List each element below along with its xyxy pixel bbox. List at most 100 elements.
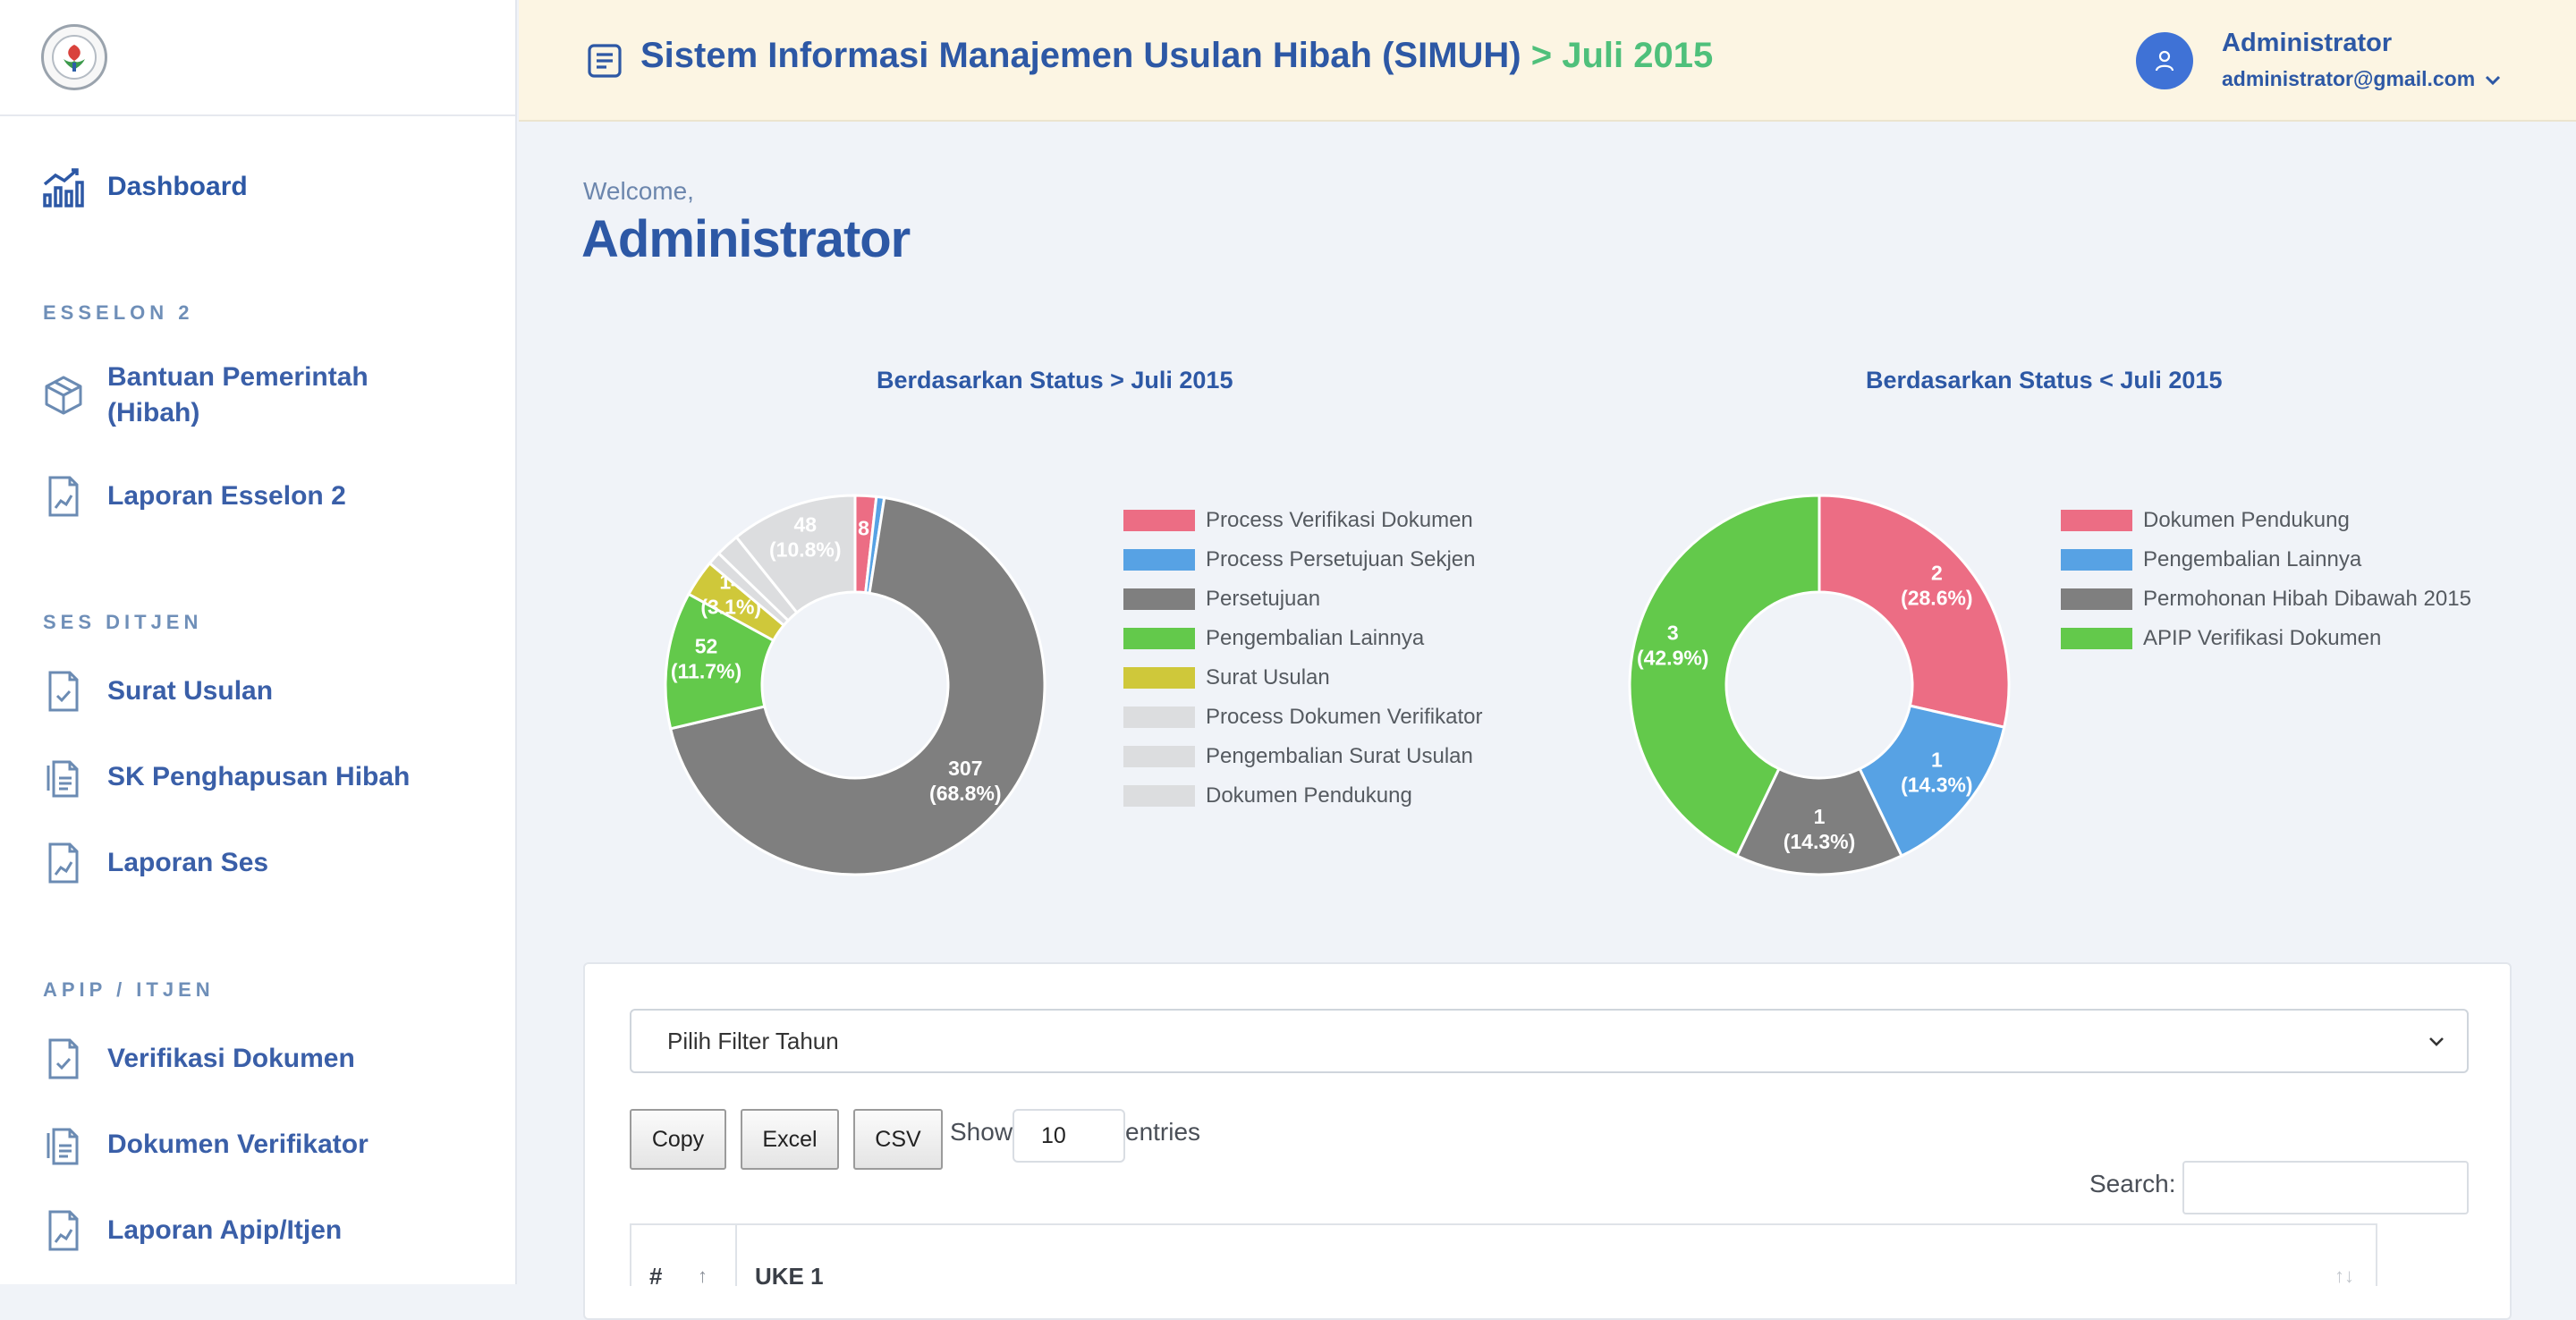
legend-swatch (2061, 549, 2132, 571)
legend-label: Permohonan Hibah Dibawah 2015 (2143, 587, 2471, 611)
legend-item[interactable]: Permohonan Hibah Dibawah 2015 (2061, 580, 2471, 619)
csv-button[interactable]: CSV (853, 1109, 943, 1170)
sidebar-item-label-line2: (Hibah) (107, 398, 200, 427)
legend-item[interactable]: APIP Verifikasi Dokumen (2061, 619, 2471, 658)
user-icon (2155, 50, 2174, 72)
sidebar-section-title: APIP / ITJEN (43, 978, 215, 1001)
list-icon (587, 43, 623, 79)
copy-button[interactable]: Copy (630, 1109, 726, 1170)
legend-swatch (1123, 588, 1195, 610)
sort-icon: ↑↓ (2334, 1265, 2354, 1287)
column-label: # (649, 1263, 663, 1290)
report-icon (41, 841, 86, 885)
column-label: UKE 1 (755, 1263, 824, 1290)
sidebar-item-dashboard[interactable]: Dashboard (41, 165, 248, 209)
legend-label: APIP Verifikasi Dokumen (2143, 626, 2382, 650)
files-icon (41, 755, 86, 800)
legend-label: Pengembalian Lainnya (1206, 626, 1425, 650)
welcome-text: Welcome, (583, 177, 694, 205)
sidebar-item-label: Laporan Ses (107, 848, 269, 877)
sort-icon: ↑ (698, 1265, 708, 1287)
sidebar-item-laporan-esselon-2[interactable]: Laporan Esselon 2 (41, 474, 346, 519)
legend-label: Process Persetujuan Sekjen (1206, 547, 1476, 571)
sidebar-section-title: SES DITJEN (43, 611, 203, 633)
donut-chart-status-before: 2 (28.6%)1 (14.3%)1 (14.3%)3 (42.9%) (1628, 494, 2011, 876)
year-filter-select[interactable]: Pilih Filter Tahun (630, 1009, 2469, 1073)
legend-item[interactable]: Persetujuan (1123, 580, 1482, 619)
file-check-icon (41, 669, 86, 714)
show-label: Show (950, 1118, 1013, 1146)
user-name[interactable]: Administrator (2222, 29, 2392, 58)
legend-label: Surat Usulan (1206, 665, 1330, 690)
sidebar-item-laporan-apip-itjen[interactable]: Laporan Apip/Itjen (41, 1208, 342, 1253)
legend-label: Process Verifikasi Dokumen (1206, 508, 1473, 532)
legend-label: Pengembalian Lainnya (2143, 547, 2362, 571)
sidebar-section-title: ESSELON 2 (43, 301, 194, 324)
report-icon (41, 474, 86, 519)
sidebar-item-label: Dashboard (107, 172, 248, 201)
user-email[interactable]: administrator@gmail.com (2222, 67, 2475, 91)
table-header-number[interactable]: # ↑ (630, 1223, 737, 1290)
legend-item[interactable]: Process Dokumen Verifikator (1123, 698, 1482, 737)
legend-swatch (1123, 746, 1195, 767)
welcome-user-title: Administrator (581, 210, 911, 268)
legend-item[interactable]: Pengembalian Lainnya (2061, 540, 2471, 580)
slice-data-label: 8 (858, 516, 869, 539)
sidebar-item-label: Surat Usulan (107, 676, 274, 706)
sidebar-item-laporan-ses[interactable]: Laporan Ses (41, 841, 268, 885)
chart-legend: Process Verifikasi Dokumen Process Perset… (1123, 501, 1482, 816)
legend-label: Pengembalian Surat Usulan (1206, 744, 1473, 768)
box-icon (41, 373, 86, 418)
legend-item[interactable]: Pengembalian Lainnya (1123, 619, 1482, 658)
legend-label: Dokumen Pendukung (2143, 508, 2350, 532)
entries-label: entries (1125, 1118, 1201, 1146)
sidebar-item-sk-penghapusan-hibah[interactable]: SK Penghapusan Hibah (41, 755, 410, 800)
logo[interactable] (41, 24, 107, 90)
legend-item[interactable]: Process Persetujuan Sekjen (1123, 540, 1482, 580)
legend-swatch (1123, 628, 1195, 649)
legend-label: Process Dokumen Verifikator (1206, 705, 1483, 729)
legend-item[interactable]: Dokumen Pendukung (2061, 501, 2471, 540)
file-check-icon (41, 1037, 86, 1081)
legend-item[interactable]: Process Verifikasi Dokumen (1123, 501, 1482, 540)
sidebar-item-verifikasi-dokumen[interactable]: Verifikasi Dokumen (41, 1037, 355, 1081)
entries-select[interactable]: 10 (1013, 1109, 1125, 1163)
search-input[interactable] (2182, 1161, 2469, 1214)
files-icon (41, 1122, 86, 1167)
legend-item[interactable]: Dokumen Pendukung (1123, 776, 1482, 816)
sidebar-item-label: Verifikasi Dokumen (107, 1044, 355, 1073)
sidebar-item-surat-usulan[interactable]: Surat Usulan (41, 669, 273, 714)
sidebar-item-label-line1: Bantuan Pemerintah (107, 362, 369, 392)
chart-icon (41, 165, 86, 209)
sidebar-item-label: Dokumen Verifikator (107, 1130, 369, 1159)
legend-swatch (2061, 628, 2132, 649)
table-card: Pilih Filter Tahun Copy Excel CSV Show 1… (583, 962, 2512, 1320)
avatar[interactable] (2136, 32, 2193, 89)
chart-title: Berdasarkan Status > Juli 2015 (877, 367, 1233, 393)
sidebar-item-label: Laporan Apip/Itjen (107, 1215, 343, 1245)
page-title: Sistem Informasi Manajemen Usulan Hibah … (640, 36, 1713, 76)
legend-item[interactable]: Pengembalian Surat Usulan (1123, 737, 1482, 776)
donut-slice[interactable] (1818, 494, 2011, 729)
sidebar-item-label: SK Penghapusan Hibah (107, 762, 411, 791)
chart-legend: Dokumen Pendukung Pengembalian Lainnya Per… (2061, 501, 2471, 658)
chevron-down-icon (2429, 1037, 2444, 1046)
app-title: Sistem Informasi Manajemen Usulan Hibah … (640, 36, 1521, 75)
sidebar: Dashboard ESSELON 2 Bantuan Pemerintah (… (0, 0, 517, 1284)
app-subtitle: > Juli 2015 (1530, 36, 1714, 75)
table-header-uke1[interactable]: UKE 1 ↑↓ (735, 1223, 2377, 1290)
chevron-down-icon[interactable] (2483, 73, 2503, 88)
sidebar-item-bantuan-pemerintah[interactable]: Bantuan Pemerintah (Hibah) (41, 360, 369, 431)
donut-chart-status-after: 8307(68.8%)52(11.7%)14(3.1%)48(10.8%) (664, 494, 1046, 876)
report-icon (41, 1208, 86, 1253)
sidebar-item-label: Laporan Esselon 2 (107, 481, 346, 511)
year-filter-value: Pilih Filter Tahun (667, 1027, 839, 1054)
legend-swatch (2061, 510, 2132, 531)
legend-label: Dokumen Pendukung (1206, 783, 1412, 808)
legend-swatch (1123, 785, 1195, 807)
excel-button[interactable]: Excel (741, 1109, 839, 1170)
chart-title: Berdasarkan Status < Juli 2015 (1866, 367, 2223, 393)
sidebar-item-dokumen-verifikator[interactable]: Dokumen Verifikator (41, 1122, 369, 1167)
legend-item[interactable]: Surat Usulan (1123, 658, 1482, 698)
legend-label: Persetujuan (1206, 587, 1321, 611)
